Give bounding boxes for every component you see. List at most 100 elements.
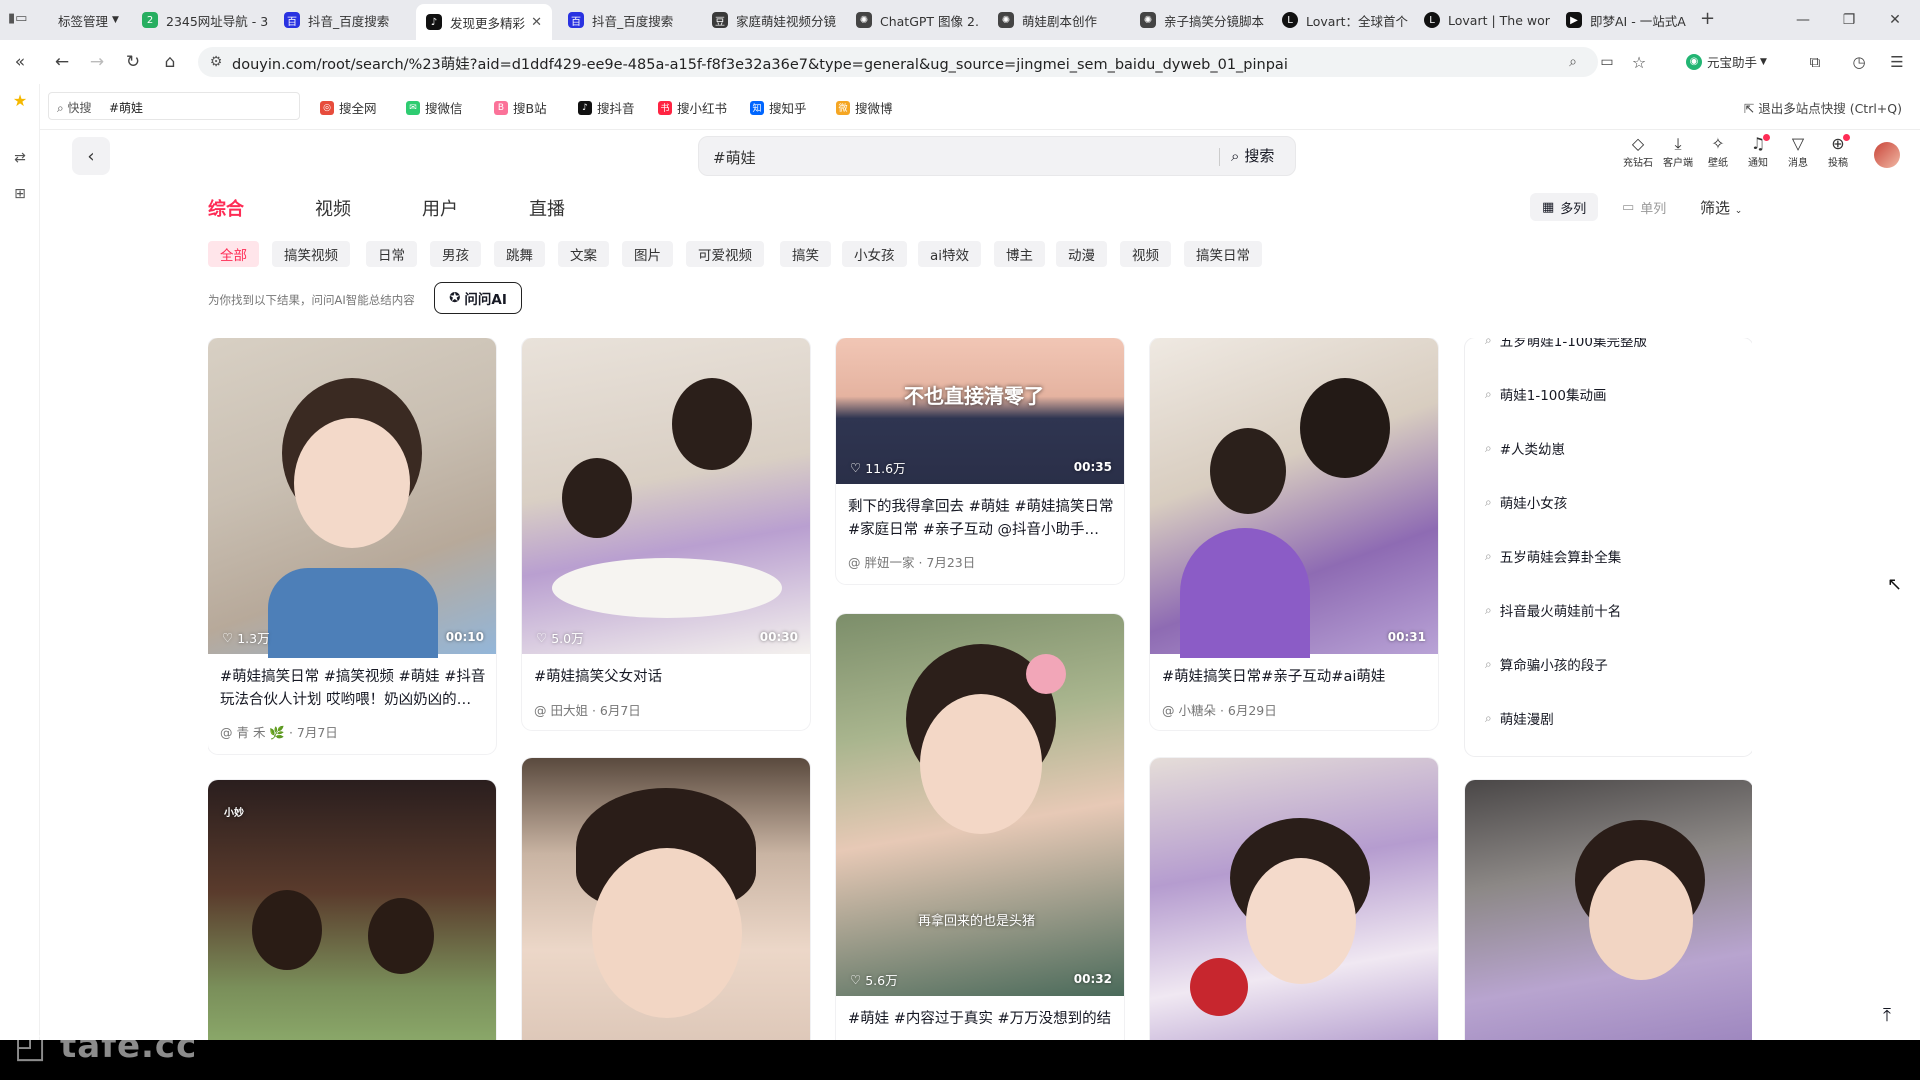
- video-thumbnail[interactable]: ♡ 5.0万 00:30: [522, 338, 810, 654]
- bookmark-2[interactable]: B 搜B站: [494, 98, 547, 117]
- extensions-icon[interactable]: ⧉: [1802, 49, 1828, 75]
- video-thumbnail[interactable]: [1465, 780, 1752, 1040]
- video-card[interactable]: 00:31 #萌娃搞笑日常#亲子互动#ai萌娃 @ 小糖朵 · 6月29日: [1150, 338, 1438, 730]
- browser-tab-6[interactable]: ✺ ChatGPT 图像 2.: [846, 6, 984, 34]
- douyin-search-input[interactable]: #萌娃 ⌕ 搜索: [698, 136, 1296, 176]
- video-card[interactable]: 不也直接清零了 ♡ 11.6万 00:35 剩下的我得拿回去 #萌娃 #萌娃搞笑日…: [836, 338, 1124, 584]
- browser-tab-5[interactable]: 豆 家庭萌娃视频分镜: [702, 6, 840, 34]
- home-button[interactable]: ⌂: [157, 49, 183, 75]
- tab-user[interactable]: 用户: [422, 195, 458, 221]
- related-search-item[interactable]: ⌕ 抖音最火萌娃前十名: [1485, 600, 1621, 621]
- chip-11[interactable]: 博主: [994, 241, 1045, 267]
- new-tab-button[interactable]: +: [1700, 8, 1715, 29]
- related-search-item[interactable]: ⌕ 萌娃漫剧: [1485, 708, 1554, 729]
- sidebar-collapse-icon[interactable]: «: [7, 49, 33, 75]
- related-search-item[interactable]: ⌕ 五岁萌娃会算卦全集: [1485, 546, 1621, 567]
- video-title[interactable]: 剩下的我得拿回去 #萌娃 #萌娃搞笑日常#家庭日常 #亲子互动 @抖音小助手…: [848, 496, 1114, 542]
- video-thumbnail[interactable]: ♡ 1.3万 00:10: [208, 338, 496, 658]
- view-single-column-button[interactable]: ▭ 单列: [1610, 193, 1678, 221]
- header-diamond[interactable]: ◇ 充钻石: [1616, 134, 1660, 169]
- close-window-button[interactable]: ✕: [1872, 0, 1918, 40]
- star-icon[interactable]: ☆: [1626, 49, 1652, 75]
- browser-tab-9[interactable]: L Lovart：全球首个: [1272, 6, 1410, 34]
- chip-12[interactable]: 动漫: [1056, 241, 1107, 267]
- browser-tab-7[interactable]: ✺ 萌娃剧本创作: [988, 6, 1126, 34]
- chip-1[interactable]: 搞笑视频: [272, 241, 350, 267]
- favorites-star-icon[interactable]: ★: [10, 90, 30, 110]
- avatar[interactable]: [1874, 142, 1900, 168]
- chip-9[interactable]: 小女孩: [842, 241, 907, 267]
- browser-tab-0[interactable]: 标签管理 ▼: [48, 6, 126, 34]
- restore-button[interactable]: ❐: [1826, 0, 1872, 40]
- browser-tab-4[interactable]: 百 抖音_百度搜索: [558, 6, 696, 34]
- video-card[interactable]: [1465, 780, 1752, 1040]
- back-to-top-button[interactable]: ⤒: [1870, 998, 1904, 1032]
- video-card[interactable]: ♡ 5.0万 00:30 #萌娃搞笑父女对话 @ 田大姐 · 6月7日: [522, 338, 810, 730]
- video-thumbnail[interactable]: 00:31: [1150, 338, 1438, 658]
- tab-video[interactable]: 视频: [315, 195, 351, 221]
- video-title[interactable]: #萌娃搞笑父女对话: [534, 666, 800, 689]
- chip-2[interactable]: 日常: [366, 241, 417, 267]
- tab-manager-toggle[interactable]: ▮▭: [8, 11, 27, 26]
- video-thumbnail[interactable]: [1150, 758, 1438, 1040]
- header-notify[interactable]: ♫ 通知: [1736, 134, 1780, 169]
- close-icon[interactable]: ✕: [525, 15, 542, 30]
- video-thumbnail[interactable]: 小妙: [208, 780, 496, 1040]
- video-card[interactable]: [522, 758, 810, 1040]
- related-search-item[interactable]: ⌕ 算命骗小孩的段子: [1485, 654, 1608, 675]
- address-bar[interactable]: ⚙ douyin.com/root/search/%23萌娃?aid=d1ddf…: [198, 47, 1598, 77]
- menu-icon[interactable]: ☰: [1884, 49, 1910, 75]
- video-title[interactable]: #萌娃搞笑日常 #搞笑视频 #萌娃 #抖音玩法合伙人计划 哎哟喂！奶凶奶凶的…: [220, 666, 486, 712]
- url-text[interactable]: douyin.com/root/search/%23萌娃?aid=d1ddf42…: [232, 53, 1288, 74]
- filter-button[interactable]: 筛选 ⌄: [1700, 197, 1742, 218]
- browser-tab-3-active[interactable]: ♪ 发现更多精彩 ✕: [416, 4, 552, 40]
- video-card[interactable]: ♡ 1.3万 00:10 #萌娃搞笑日常 #搞笑视频 #萌娃 #抖音玩法合伙人计划…: [208, 338, 496, 754]
- related-search-item[interactable]: ⌕ 萌娃小女孩: [1485, 492, 1567, 513]
- chip-14[interactable]: 搞笑日常: [1184, 241, 1262, 267]
- video-title[interactable]: #萌娃 #内容过于真实 #万万没想到的结: [848, 1008, 1114, 1031]
- reload-button[interactable]: ↻: [120, 49, 146, 75]
- cast-icon[interactable]: ▭: [1594, 49, 1620, 75]
- view-multi-column-button[interactable]: ▦ 多列: [1530, 193, 1599, 221]
- video-author[interactable]: @ 胖妞一家: [848, 555, 914, 570]
- video-card[interactable]: [1150, 758, 1438, 1040]
- video-thumbnail[interactable]: 不也直接清零了 ♡ 11.6万 00:35: [836, 338, 1124, 484]
- chip-all[interactable]: 全部: [208, 241, 259, 267]
- tab-general[interactable]: 综合: [208, 195, 244, 221]
- video-thumbnail[interactable]: [522, 758, 810, 1040]
- search-query[interactable]: #萌娃: [713, 147, 756, 168]
- video-card[interactable]: 再拿回来的也是头猪 ♡ 5.6万 00:32 #萌娃 #内容过于真实 #万万没想到…: [836, 614, 1124, 1040]
- browser-tab-2[interactable]: 百 抖音_百度搜索: [274, 6, 412, 34]
- video-author[interactable]: @ 青 禾 🌿: [220, 725, 285, 740]
- bookmark-1[interactable]: ✉ 搜微信: [406, 98, 463, 117]
- chip-3[interactable]: 男孩: [430, 241, 481, 267]
- search-icon[interactable]: ⌕: [1563, 52, 1583, 72]
- video-thumbnail[interactable]: 再拿回来的也是头猪 ♡ 5.6万 00:32: [836, 614, 1124, 996]
- bookmark-0[interactable]: ◎ 搜全网: [320, 98, 377, 117]
- browser-tab-11[interactable]: ▶ 即梦AI - 一站式A: [1556, 6, 1694, 34]
- chip-10[interactable]: ai特效: [918, 241, 982, 267]
- video-card[interactable]: 小妙: [208, 780, 496, 1040]
- related-search-item[interactable]: ⌕ 萌娃1-100集动画: [1485, 384, 1606, 405]
- history-icon[interactable]: ◷: [1846, 49, 1872, 75]
- related-search-item[interactable]: ⌕ #人类幼崽: [1485, 438, 1565, 459]
- bookmark-4[interactable]: 书搜小红书: [658, 98, 727, 117]
- quick-search-value[interactable]: #萌娃: [109, 99, 143, 116]
- chip-5[interactable]: 文案: [558, 241, 609, 267]
- site-info-icon[interactable]: ⚙: [206, 52, 226, 72]
- browser-tab-10[interactable]: L Lovart | The wor: [1414, 6, 1552, 34]
- chip-4[interactable]: 跳舞: [494, 241, 545, 267]
- related-search-item[interactable]: ⌕ 五岁萌娃1-100集完整版: [1485, 338, 1647, 350]
- bookmark-5[interactable]: 知搜知乎: [750, 98, 807, 117]
- chip-7[interactable]: 可爱视频: [686, 241, 764, 267]
- switch-icon[interactable]: ⇄: [10, 148, 30, 168]
- forward-button[interactable]: →: [84, 49, 110, 75]
- bookmark-6[interactable]: 微搜微博: [836, 98, 893, 117]
- video-author[interactable]: @ 小糖朵: [1162, 703, 1216, 718]
- header-message[interactable]: ▽ 消息: [1776, 134, 1820, 169]
- browser-tab-1[interactable]: 2 2345网址导航 - 3: [132, 6, 268, 34]
- header-upload[interactable]: ⊕ 投稿: [1816, 134, 1860, 169]
- video-author[interactable]: @ 田大姐: [534, 703, 588, 718]
- add-panel-icon[interactable]: ⊞: [10, 184, 30, 204]
- quick-search-input[interactable]: ⌕ 快搜 #萌娃: [48, 92, 300, 120]
